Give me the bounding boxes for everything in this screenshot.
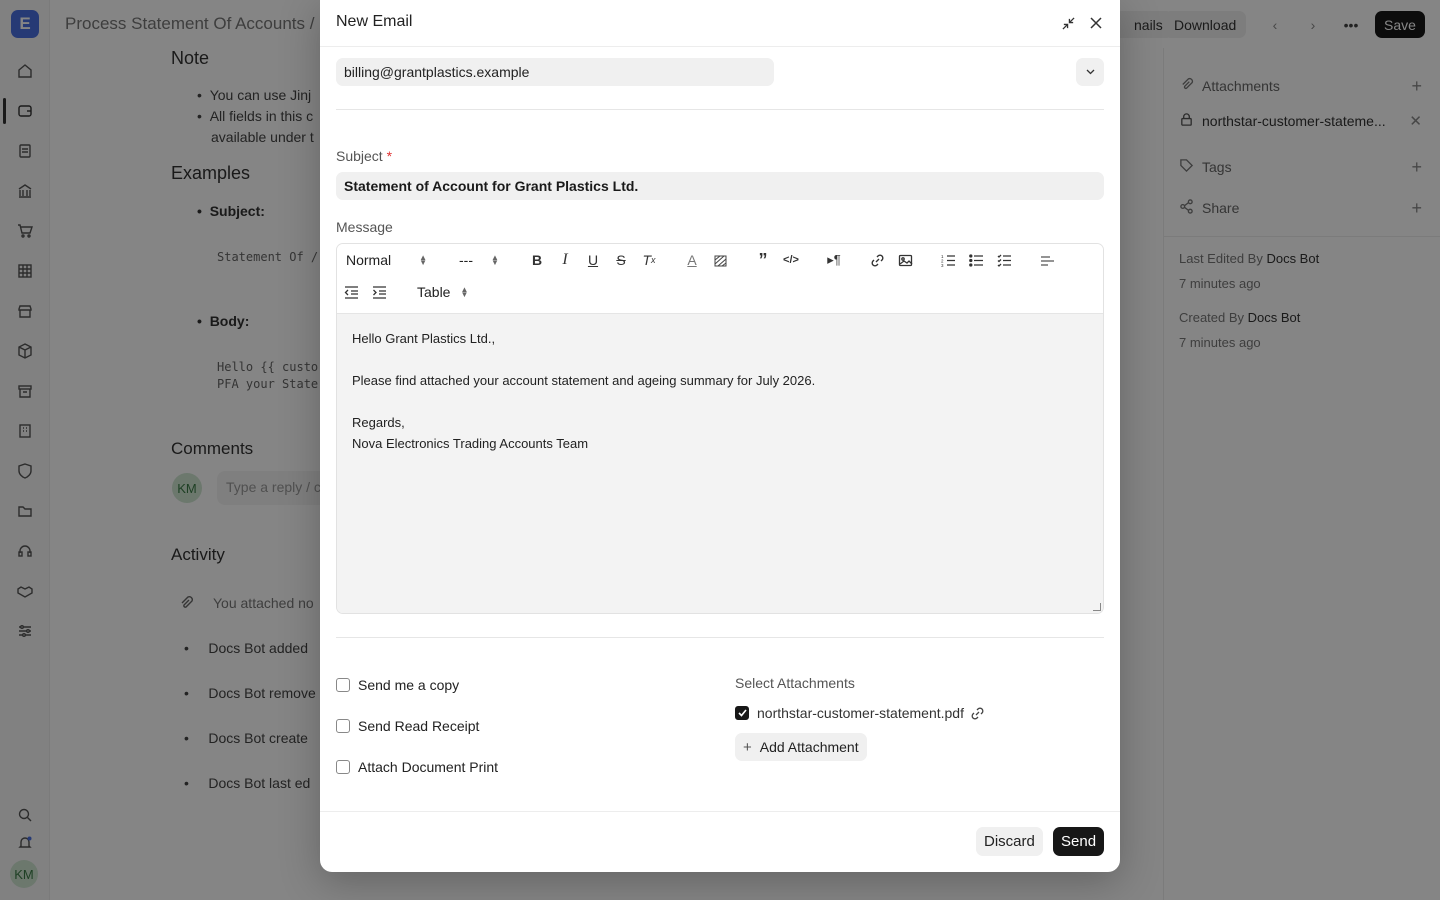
checklist-icon[interactable] xyxy=(993,249,1015,271)
font-size-select[interactable]: --- ▲ ▼ xyxy=(459,252,499,268)
outdent-icon[interactable] xyxy=(340,281,362,303)
align-left-icon[interactable] xyxy=(1036,249,1058,271)
link-icon[interactable] xyxy=(866,249,888,271)
send-button[interactable]: Send xyxy=(1053,827,1105,856)
divider xyxy=(336,109,1104,110)
attachment-checkbox[interactable] xyxy=(735,706,749,720)
add-attachment-button[interactable]: + Add Attachment xyxy=(735,733,867,761)
resize-handle-icon[interactable] xyxy=(1093,603,1101,611)
bullet-list-icon[interactable] xyxy=(965,249,987,271)
read-receipt-checkbox[interactable] xyxy=(336,719,350,733)
plus-icon: + xyxy=(743,738,752,756)
italic-icon[interactable]: I xyxy=(554,249,576,271)
message-line xyxy=(352,349,1088,370)
attachment-item[interactable]: northstar-customer-statement.pdf xyxy=(735,703,985,723)
discard-button[interactable]: Discard xyxy=(976,827,1043,856)
attachment-filename: northstar-customer-statement.pdf xyxy=(757,705,964,721)
message-line: Regards, xyxy=(352,415,405,430)
subject-input[interactable]: Statement of Account for Grant Plastics … xyxy=(336,172,1104,200)
ordered-list-icon[interactable]: 123 xyxy=(937,249,959,271)
send-copy-checkbox[interactable] xyxy=(336,678,350,692)
required-marker: * xyxy=(386,148,393,164)
svg-text:3: 3 xyxy=(941,263,944,268)
code-icon[interactable]: </> xyxy=(780,249,802,271)
strikethrough-icon[interactable]: S xyxy=(610,249,632,271)
minimize-icon[interactable] xyxy=(1059,14,1077,32)
new-email-dialog: New Email billing@grantplastics.example … xyxy=(320,0,1120,872)
text-direction-icon[interactable]: ▸¶ xyxy=(823,249,845,271)
message-line: Hello Grant Plastics Ltd., xyxy=(352,331,496,346)
divider xyxy=(320,46,1120,47)
attach-print-checkbox[interactable] xyxy=(336,760,350,774)
chevron-down-icon[interactable] xyxy=(1076,58,1104,86)
send-copy-option[interactable]: Send me a copy xyxy=(336,676,459,694)
message-line xyxy=(352,391,1088,412)
image-icon[interactable] xyxy=(894,249,916,271)
bold-icon[interactable]: B xyxy=(526,249,548,271)
blockquote-icon[interactable]: ” xyxy=(752,249,774,271)
link-icon[interactable] xyxy=(970,706,985,721)
table-select[interactable]: Table ▲ ▼ xyxy=(417,284,468,300)
message-body[interactable]: Hello Grant Plastics Ltd., Please find a… xyxy=(337,314,1103,613)
underline-icon[interactable]: U xyxy=(582,249,604,271)
paragraph-style-select[interactable]: Normal ▲ ▼ xyxy=(346,252,427,268)
subject-label: Subject * xyxy=(336,148,393,164)
select-attachments-label: Select Attachments xyxy=(735,675,855,691)
divider xyxy=(320,811,1120,812)
text-color-icon[interactable]: A xyxy=(681,249,703,271)
read-receipt-option[interactable]: Send Read Receipt xyxy=(336,717,479,735)
attach-print-option[interactable]: Attach Document Print xyxy=(336,758,498,776)
message-line: Nova Electronics Trading Accounts Team xyxy=(352,436,589,451)
message-editor: Normal ▲ ▼ --- ▲ ▼ B I U S Tx A ” </> ▸¶ 123… xyxy=(336,243,1104,614)
indent-icon[interactable] xyxy=(368,281,390,303)
close-icon[interactable] xyxy=(1087,14,1105,32)
divider xyxy=(336,637,1104,638)
recipient-field[interactable]: billing@grantplastics.example xyxy=(336,58,774,86)
dialog-title: New Email xyxy=(336,13,413,30)
message-label: Message xyxy=(336,219,393,235)
message-line: Please find attached your account statem… xyxy=(352,373,816,388)
editor-toolbar: Normal ▲ ▼ --- ▲ ▼ B I U S Tx A ” </> ▸¶ 123… xyxy=(337,244,1103,314)
clear-format-icon[interactable]: Tx xyxy=(638,249,660,271)
highlight-color-icon[interactable] xyxy=(709,249,731,271)
